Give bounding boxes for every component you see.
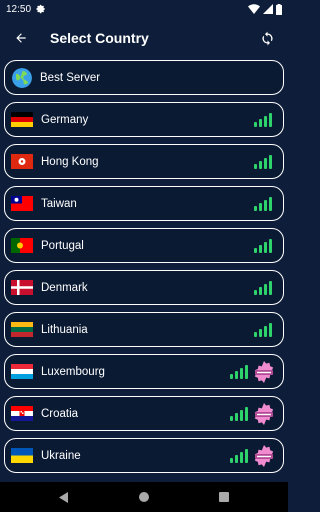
country-name: Croatia (41, 407, 79, 420)
signal-strength-icon (230, 448, 248, 463)
signal-strength-icon (254, 196, 272, 211)
country-row-luxembourg[interactable]: Luxembourg (4, 354, 284, 389)
signal-strength-icon (254, 322, 272, 337)
status-bar: 12:50 (0, 0, 288, 18)
country-row-lithuania[interactable]: Lithuania (4, 312, 284, 347)
country-name: Ukraine (41, 449, 81, 462)
country-row-denmark[interactable]: Denmark (4, 270, 284, 305)
premium-badge-icon (254, 360, 274, 383)
nav-recents-icon[interactable] (219, 492, 229, 502)
battery-icon (276, 3, 282, 15)
germany-flag-icon (11, 112, 33, 127)
page-title: Select Country (50, 30, 149, 46)
status-time: 12:50 (6, 3, 32, 15)
country-name: Germany (41, 113, 89, 126)
nav-back-icon[interactable] (59, 491, 69, 503)
cell-signal-icon (263, 4, 273, 14)
croatia-flag-icon (11, 406, 33, 421)
country-row-best-server[interactable]: Best Server (4, 60, 284, 95)
app-bar: Select Country (0, 18, 288, 58)
denmark-flag-icon (11, 280, 33, 295)
country-name: Hong Kong (41, 155, 99, 168)
country-row-croatia[interactable]: Croatia (4, 396, 284, 431)
ukraine-flag-icon (11, 448, 33, 463)
country-row-hong-kong[interactable]: Hong Kong (4, 144, 284, 179)
country-name: Lithuania (41, 323, 88, 336)
luxembourg-flag-icon (11, 364, 33, 379)
country-name: Portugal (41, 239, 84, 252)
premium-badge-icon (254, 402, 274, 425)
hong-kong-flag-icon (11, 154, 33, 169)
signal-strength-icon (254, 238, 272, 253)
country-row-taiwan[interactable]: Taiwan (4, 186, 284, 221)
lithuania-flag-icon (11, 322, 33, 337)
country-name: Denmark (41, 281, 88, 294)
country-row-portugal[interactable]: Portugal (4, 228, 284, 263)
country-name: Best Server (40, 71, 101, 84)
country-row-ukraine[interactable]: Ukraine (4, 438, 284, 473)
premium-badge-icon (254, 444, 274, 467)
settings-gear-icon (36, 4, 45, 14)
system-navigation-bar (0, 482, 288, 512)
arrow-back-icon (16, 33, 26, 43)
back-button[interactable] (10, 27, 32, 49)
wifi-icon (248, 4, 260, 14)
globe-icon (12, 67, 32, 88)
refresh-icon (261, 31, 273, 45)
signal-strength-icon (230, 406, 248, 421)
signal-strength-icon (254, 112, 272, 127)
signal-strength-icon (254, 154, 272, 169)
country-name: Luxembourg (41, 365, 105, 378)
taiwan-flag-icon (11, 196, 33, 211)
refresh-button[interactable] (256, 27, 278, 49)
signal-strength-icon (254, 280, 272, 295)
signal-strength-icon (230, 364, 248, 379)
portugal-flag-icon (11, 238, 33, 253)
country-row-germany[interactable]: Germany (4, 102, 284, 137)
country-name: Taiwan (41, 197, 77, 210)
nav-home-icon[interactable] (139, 492, 149, 502)
